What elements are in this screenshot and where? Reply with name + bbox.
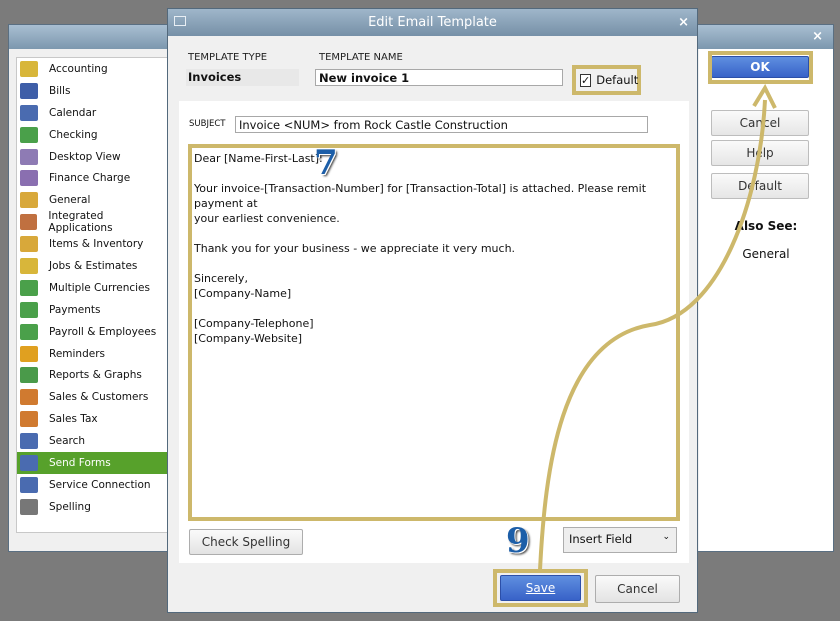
annotation-arrow	[538, 83, 777, 571]
